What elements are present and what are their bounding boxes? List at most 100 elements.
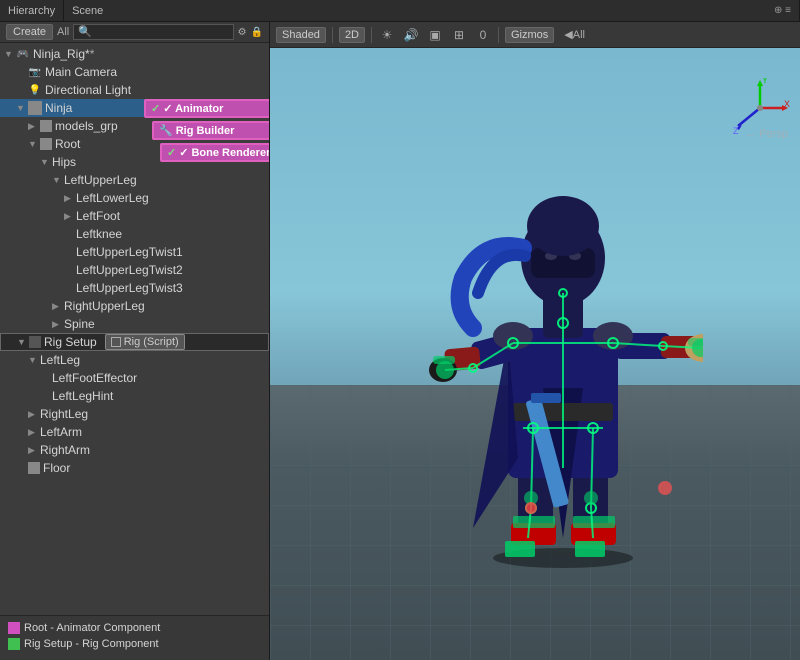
tree-item-main-camera[interactable]: 📷 Main Camera [0, 63, 269, 81]
tree-item-leftknee[interactable]: Leftknee [0, 225, 269, 243]
hierarchy-lock-icon[interactable]: 🔒 [251, 27, 263, 38]
all-filter[interactable]: All [57, 26, 69, 38]
bone-renderer-check-icon: ✓ [167, 146, 176, 159]
ninja-icon [28, 101, 42, 115]
svg-text:X: X [784, 99, 790, 109]
tree-label-hips: Hips [52, 155, 76, 169]
tree-item-left-upper-leg-twist1[interactable]: LeftUpperLegTwist1 [0, 243, 269, 261]
audio-icon[interactable]: 🔊 [402, 26, 420, 44]
rig-setup-icon [29, 336, 41, 348]
tree-item-left-upper-leg-twist2[interactable]: LeftUpperLegTwist2 [0, 261, 269, 279]
camera-icon: 📷 [28, 65, 42, 79]
main-layout: Create All ⚙ 🔒 ▼ 🎮 Ninja_Rig* 📷 Main Cam… [0, 22, 800, 660]
tree-label-ninja: Ninja [45, 101, 72, 115]
rig-script-checkbox-icon [111, 337, 121, 347]
hierarchy-toolbar: Create All ⚙ 🔒 [0, 22, 269, 43]
hierarchy-settings-icon[interactable]: ⚙ [238, 27, 247, 38]
rig-script-badge[interactable]: Rig (Script) [105, 334, 185, 350]
tree-label-rig-setup: Rig Setup [44, 335, 97, 349]
tree-item-left-leg-hint[interactable]: LeftLegHint [0, 387, 269, 405]
bone-renderer-label: ✓ Bone Renderer [179, 146, 269, 159]
scene-view[interactable]: Y X Z ← Persp [270, 48, 800, 660]
tree-label-left-foot: LeftFoot [76, 209, 120, 223]
tree-arrow-right-arm: ▶ [28, 445, 40, 456]
component-badges: ✓ ✓ Animator 🔧 Rig Builder ✓ ✓ Bone Rend… [140, 99, 269, 162]
tree-arrow-root-bone: ▼ [28, 139, 40, 149]
tree-item-left-leg[interactable]: ▼ LeftLeg [0, 351, 269, 369]
gizmos-button[interactable]: Gizmos [505, 27, 554, 43]
scene-title: Scene [72, 5, 103, 17]
mode-2d-button[interactable]: 2D [339, 27, 365, 43]
tree-arrow-models: ▶ [28, 121, 40, 132]
tree-arrow-left-arm: ▶ [28, 427, 40, 438]
tree-item-rig-setup[interactable]: ▼ Rig Setup Rig (Script) [0, 333, 269, 351]
tree-arrow-ninja: ▼ [16, 103, 28, 113]
tree-arrow-left-foot: ▶ [64, 211, 76, 222]
tree-label-leftknee: Leftknee [76, 227, 122, 241]
tree-label-directional-light: Directional Light [45, 83, 131, 97]
gizmos-all-label[interactable]: ◀All [564, 28, 585, 41]
search-input[interactable] [73, 24, 233, 40]
tree-item-root[interactable]: ▼ 🎮 Ninja_Rig* [0, 45, 269, 63]
tree-label-right-upper-leg: RightUpperLeg [64, 299, 145, 313]
rig-script-label: Rig (Script) [124, 336, 179, 348]
sun-icon[interactable]: ☀ [378, 26, 396, 44]
tree-label-left-arm: LeftArm [40, 425, 82, 439]
hierarchy-panel: Create All ⚙ 🔒 ▼ 🎮 Ninja_Rig* 📷 Main Cam… [0, 22, 270, 660]
toolbar-sep-1 [332, 27, 333, 43]
tree-item-left-upper-leg[interactable]: ▼ LeftUpperLeg [0, 171, 269, 189]
tree-arrow-left-leg: ▼ [28, 355, 40, 365]
hierarchy-content[interactable]: ▼ 🎮 Ninja_Rig* 📷 Main Camera 💡 Direction… [0, 43, 269, 615]
light-icon: 💡 [28, 83, 42, 97]
tree-arrow-right-leg: ▶ [28, 409, 40, 420]
tree-item-floor[interactable]: Floor [0, 459, 269, 477]
tree-icon-root: 🎮 [16, 47, 30, 61]
display-icon[interactable]: ▣ [426, 26, 444, 44]
toolbar-sep-2 [371, 27, 372, 43]
shaded-button[interactable]: Shaded [276, 27, 326, 43]
tree-item-directional-light[interactable]: 💡 Directional Light [0, 81, 269, 99]
grid-icon[interactable]: ⊞ [450, 26, 468, 44]
tree-item-left-upper-leg-twist3[interactable]: LeftUpperLegTwist3 [0, 279, 269, 297]
tree-label-right-leg: RightLeg [40, 407, 88, 421]
legend-item-rig: Rig Setup - Rig Component [8, 638, 261, 650]
tree-arrow-spine: ▶ [52, 319, 64, 330]
tree-label-floor: Floor [43, 461, 70, 475]
animator-badge[interactable]: ✓ ✓ Animator [144, 99, 269, 118]
tree-label-left-upper-leg-twist3: LeftUpperLegTwist3 [76, 281, 183, 295]
tree-arrow-root: ▼ [4, 49, 16, 59]
tree-arrow-left-upper-leg: ▼ [52, 175, 64, 185]
create-button[interactable]: Create [6, 24, 53, 40]
hierarchy-tab-label: Hierarchy [0, 0, 64, 21]
tree-label-left-foot-effector: LeftFootEffector [52, 371, 137, 385]
hierarchy-title: Hierarchy [8, 5, 55, 17]
tree-label-left-upper-leg: LeftUpperLeg [64, 173, 137, 187]
tree-item-right-upper-leg[interactable]: ▶ RightUpperLeg [0, 297, 269, 315]
scene-toolbar: Shaded 2D ☀ 🔊 ▣ ⊞ 0 Gizmos ◀All [270, 22, 800, 48]
scene-panel: Shaded 2D ☀ 🔊 ▣ ⊞ 0 Gizmos ◀All [270, 22, 800, 660]
tree-item-spine[interactable]: ▶ Spine [0, 315, 269, 333]
tree-arrow-left-lower-leg: ▶ [64, 193, 76, 204]
tree-item-right-leg[interactable]: ▶ RightLeg [0, 405, 269, 423]
overlay-icon[interactable]: 0 [474, 26, 492, 44]
rig-builder-label: Rig Builder [176, 125, 235, 137]
tree-item-left-foot-effector[interactable]: LeftFootEffector [0, 369, 269, 387]
legend-color-animator [8, 622, 20, 634]
legend-label-rig: Rig Setup - Rig Component [24, 638, 159, 650]
rig-builder-badge[interactable]: 🔧 Rig Builder [152, 121, 269, 140]
tree-label-root: Ninja_Rig* [33, 47, 94, 61]
tree-item-left-foot[interactable]: ▶ LeftFoot [0, 207, 269, 225]
bone-renderer-badge[interactable]: ✓ ✓ Bone Renderer [160, 143, 269, 162]
tree-item-left-arm[interactable]: ▶ LeftArm [0, 423, 269, 441]
tree-label-root-bone: Root [55, 137, 80, 151]
tree-item-left-lower-leg[interactable]: ▶ LeftLowerLeg [0, 189, 269, 207]
tree-label-left-lower-leg: LeftLowerLeg [76, 191, 149, 205]
tree-label-right-arm: RightArm [40, 443, 90, 457]
root-bone-icon [40, 138, 52, 150]
floor-icon [28, 462, 40, 474]
svg-text:Z: Z [733, 126, 739, 136]
ninja-svg [423, 148, 703, 568]
tree-item-right-arm[interactable]: ▶ RightArm [0, 441, 269, 459]
tree-label-spine: Spine [64, 317, 95, 331]
persp-label: ← Persp [745, 128, 788, 140]
